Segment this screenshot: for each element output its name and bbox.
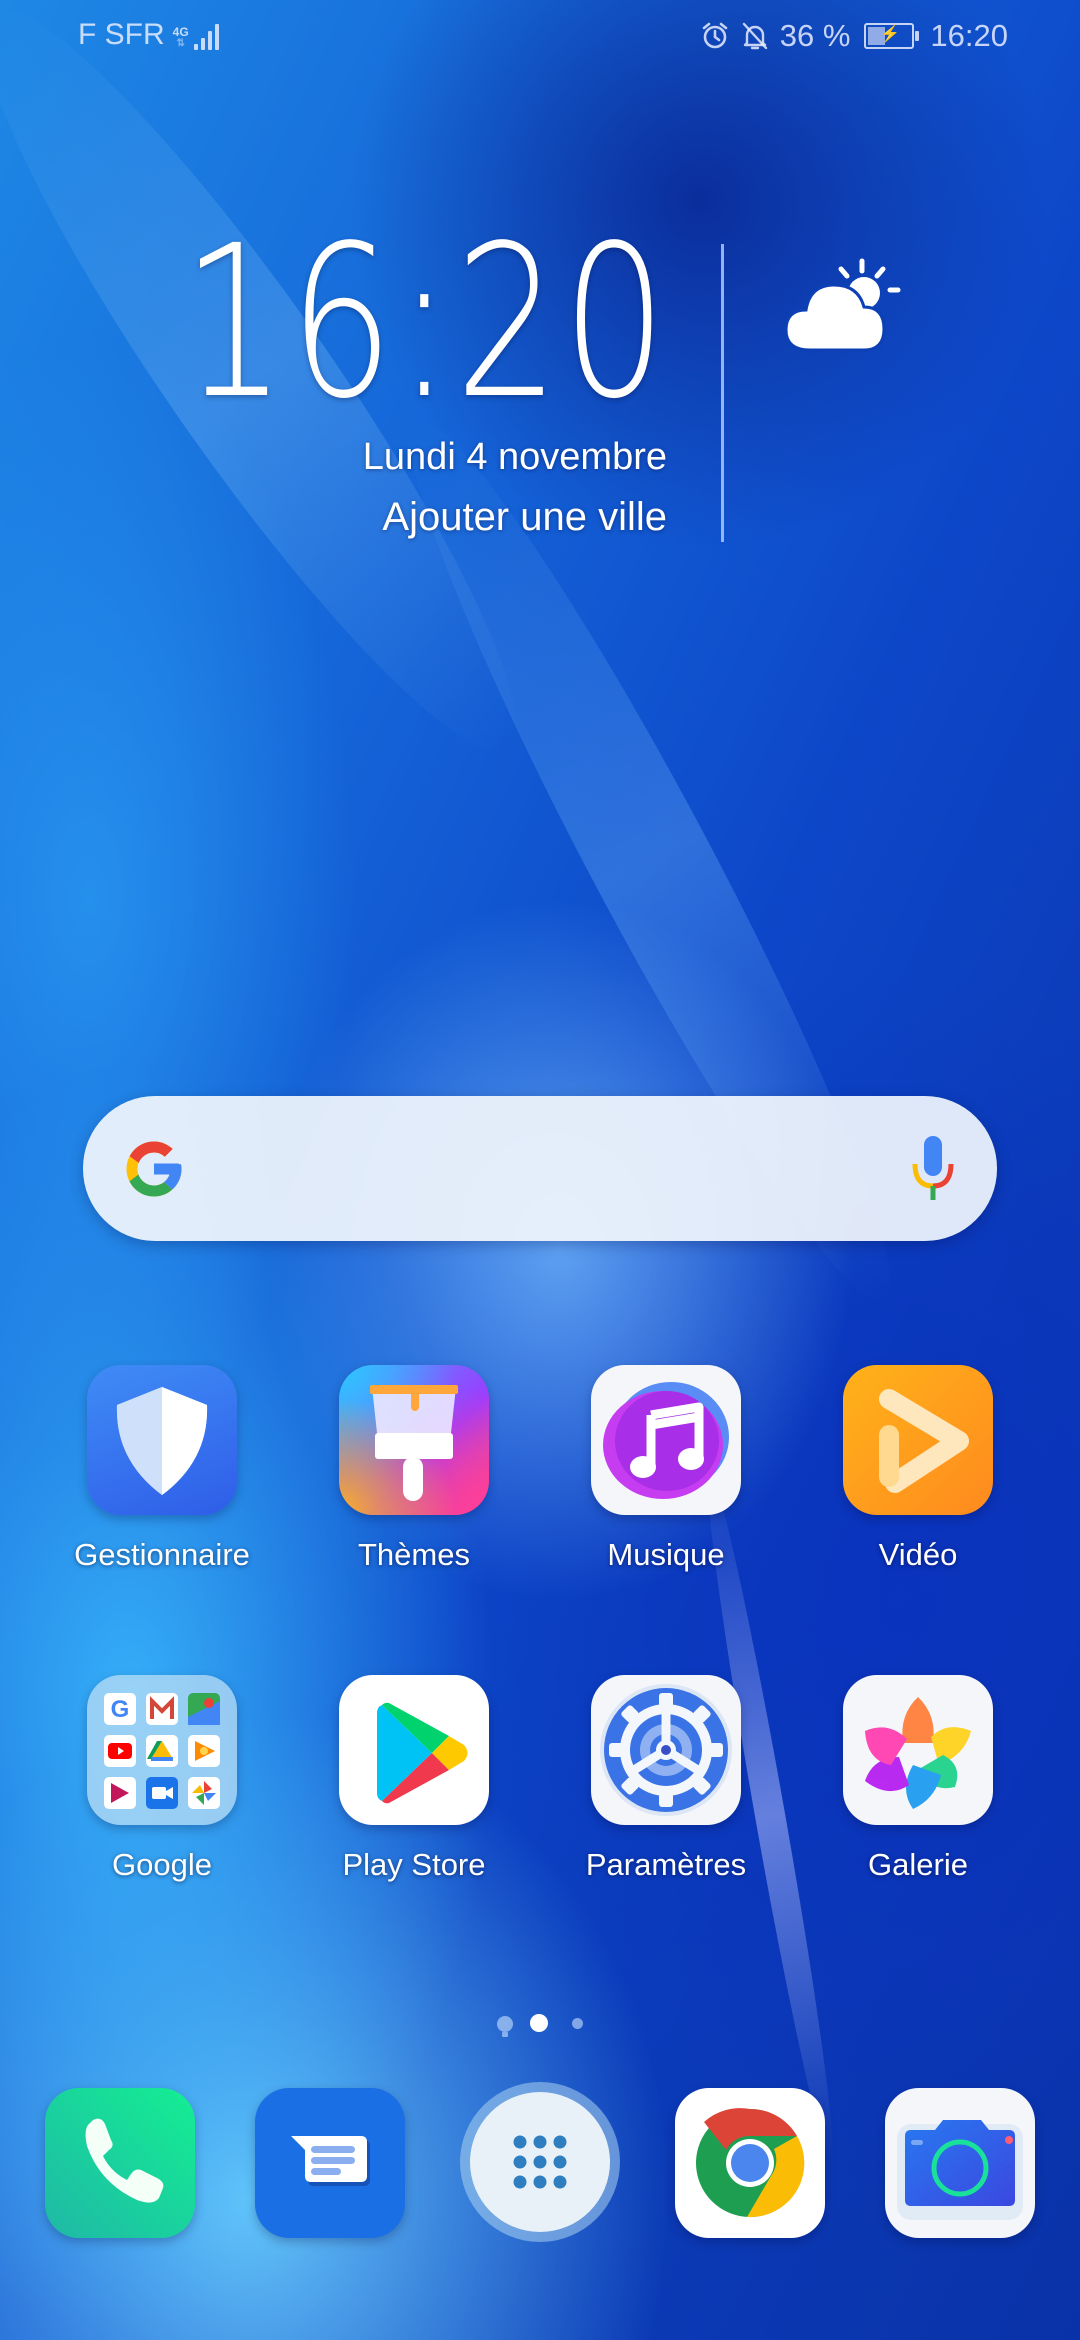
status-icons: 36 % ⚡ 16:20 xyxy=(700,18,1008,54)
app-gestionnaire[interactable]: Gestionnaire xyxy=(47,1365,277,1573)
network-type: 4G xyxy=(172,25,189,39)
signal-strength-icon: 4G ⇅ xyxy=(173,20,219,50)
app-play-store[interactable]: Play Store xyxy=(299,1675,529,1883)
gallery-flower-icon xyxy=(843,1675,993,1825)
phone-icon xyxy=(85,2118,164,2203)
app-label: Vidéo xyxy=(878,1537,958,1572)
chrome-icon xyxy=(696,2108,805,2218)
paintbrush-icon xyxy=(339,1365,489,1515)
bell-off-icon xyxy=(742,22,767,50)
dock-chrome[interactable] xyxy=(675,2088,825,2238)
app-drawer-button[interactable] xyxy=(460,2082,620,2242)
app-drawer-icon xyxy=(513,2135,567,2189)
app-video[interactable]: Vidéo xyxy=(803,1365,1033,1573)
app-label: Google xyxy=(112,1847,212,1882)
folder-icon: G xyxy=(87,1675,237,1825)
app-label: Play Store xyxy=(342,1847,486,1882)
status-bar: F SFR 4G ⇅ 36 % ⚡ 16:20 xyxy=(0,0,1080,75)
app-label: Musique xyxy=(607,1537,725,1572)
clock-widget-date: Lundi 4 novembre xyxy=(362,436,667,478)
shield-icon xyxy=(87,1365,237,1515)
carrier-name: F SFR xyxy=(78,18,165,51)
app-parametres[interactable]: Paramètres xyxy=(551,1675,781,1883)
app-label: Paramètres xyxy=(585,1847,747,1882)
app-label: Galerie xyxy=(868,1847,968,1882)
dock-camera[interactable] xyxy=(885,2088,1035,2238)
app-label: Thèmes xyxy=(358,1537,470,1572)
dock-messages[interactable] xyxy=(255,2088,405,2238)
folder-google[interactable]: G Google xyxy=(47,1675,277,1883)
clock-widget-time[interactable]: 16:20 xyxy=(182,218,670,428)
dock-phone[interactable] xyxy=(45,2088,195,2238)
battery-percent: 36 % xyxy=(779,18,851,53)
google-g-icon xyxy=(126,1141,182,1197)
app-musique[interactable]: Musique xyxy=(551,1365,781,1573)
app-label: Gestionnaire xyxy=(74,1537,250,1572)
page-dot-current[interactable] xyxy=(530,2014,548,2032)
microphone-icon[interactable] xyxy=(911,1134,955,1204)
settings-gear-icon xyxy=(591,1675,741,1825)
app-galerie[interactable]: Galerie xyxy=(803,1675,1033,1883)
page-indicator[interactable] xyxy=(490,2014,590,2040)
battery-icon: ⚡ xyxy=(864,23,920,49)
svg-text:G: G xyxy=(111,1696,130,1723)
play-store-icon xyxy=(339,1675,489,1825)
clock-weather-divider xyxy=(721,244,724,542)
music-note-icon xyxy=(591,1365,741,1515)
app-themes[interactable]: Thèmes xyxy=(299,1365,529,1573)
partly-cloudy-icon[interactable] xyxy=(780,255,910,365)
camera-icon xyxy=(897,2120,1023,2220)
data-arrows-icon: ⇅ xyxy=(176,38,185,49)
alarm-clock-icon xyxy=(702,22,728,49)
message-icon xyxy=(291,2136,370,2186)
page-dot[interactable] xyxy=(572,2018,583,2029)
add-city-link[interactable]: Ajouter une ville xyxy=(382,495,667,540)
status-time: 16:20 xyxy=(930,18,1008,53)
charging-icon: ⚡ xyxy=(880,26,901,43)
google-search-bar[interactable] xyxy=(83,1096,997,1241)
lightbulb-icon[interactable] xyxy=(494,2015,516,2039)
play-icon xyxy=(843,1365,993,1515)
carrier-info: F SFR 4G ⇅ xyxy=(78,18,219,52)
